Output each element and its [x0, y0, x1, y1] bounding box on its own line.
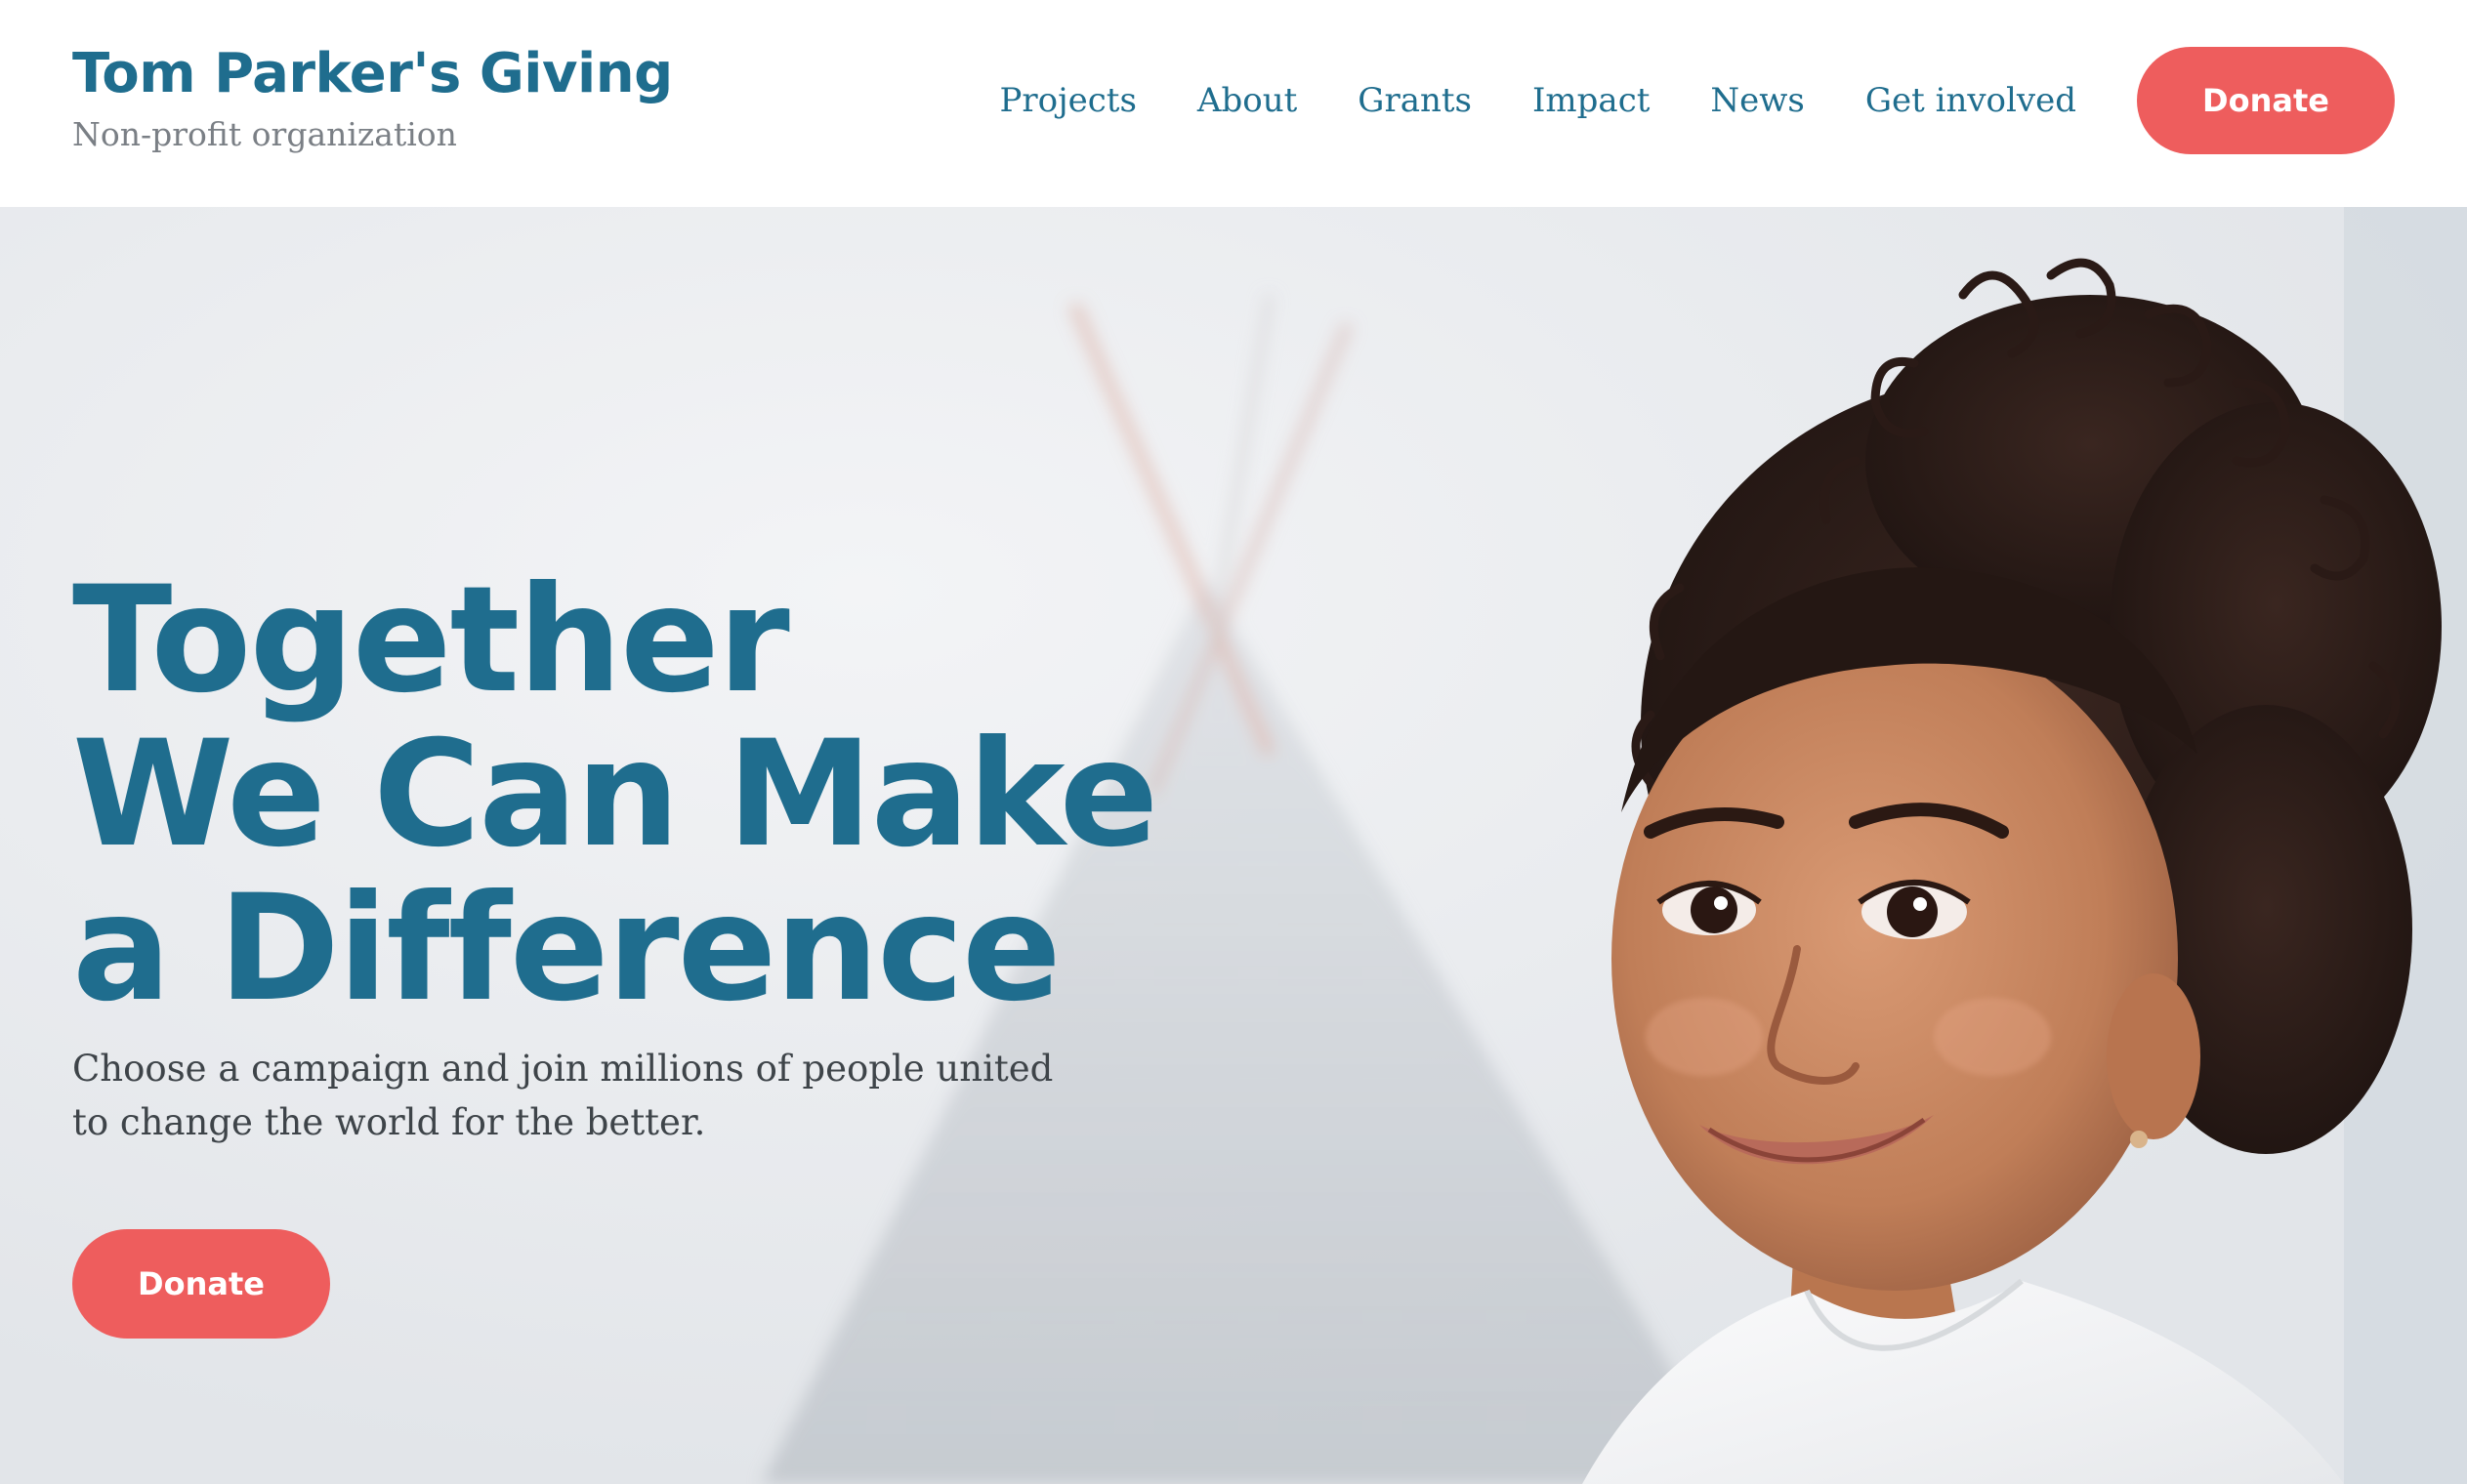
hero-description: Choose a campaign and join millions of p…	[72, 1042, 1054, 1149]
header-donate-button[interactable]: Donate	[2137, 47, 2395, 154]
nav-link-get-involved[interactable]: Get involved	[1865, 47, 2076, 154]
main-nav: Projects About Grants Impact News Get in…	[1000, 47, 2395, 154]
nav-link-projects[interactable]: Projects	[1000, 47, 1137, 154]
hero-heading: Together We Can Make a Difference	[72, 556, 1158, 1034]
hero-content: Together We Can Make a Difference Choose…	[72, 556, 1158, 1149]
nav-link-grants[interactable]: Grants	[1358, 47, 1472, 154]
hero-donate-button[interactable]: Donate	[72, 1229, 330, 1339]
brand[interactable]: Tom Parker's Giving Non-profit organizat…	[72, 39, 673, 156]
nav-link-about[interactable]: About	[1197, 47, 1297, 154]
nav-link-impact[interactable]: Impact	[1532, 47, 1650, 154]
nav-link-news[interactable]: News	[1710, 47, 1804, 154]
brand-subtitle: Non-profit organization	[72, 115, 457, 153]
hero-heading-line: Together	[72, 556, 790, 725]
hero-description-line: Choose a campaign and join millions of p…	[72, 1048, 1054, 1090]
brand-title[interactable]: Tom Parker's Giving	[72, 39, 673, 109]
site-header: Tom Parker's Giving Non-profit organizat…	[0, 0, 2467, 207]
hero-heading-line: We Can Make	[72, 710, 1158, 880]
hero-description-line: to change the world for the better.	[72, 1101, 706, 1143]
hero-heading-line: a Difference	[72, 864, 1062, 1034]
hero-section: Together We Can Make a Difference Choose…	[0, 207, 2467, 1484]
